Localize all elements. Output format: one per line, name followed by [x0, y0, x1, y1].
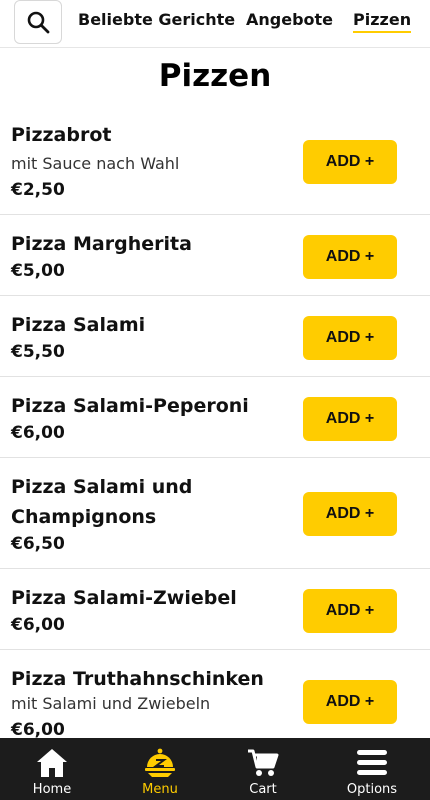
item-name: Pizzabrot — [11, 124, 112, 146]
item-price: €6,50 — [11, 534, 65, 554]
item-price: €6,00 — [11, 615, 65, 635]
item-name: Pizza Salami und Champignons — [11, 476, 193, 528]
menu-item: Pizzabrot mit Sauce nach Wahl €2,50 ADD … — [0, 112, 430, 215]
item-price: €6,00 — [11, 720, 65, 740]
item-price: €2,50 — [11, 180, 65, 200]
item-name: Pizza Margherita — [11, 233, 192, 255]
item-description: mit Sauce nach Wahl — [11, 154, 180, 173]
nav-label: Options — [346, 782, 398, 797]
add-button[interactable]: ADD + — [303, 492, 397, 536]
nav-cart[interactable]: Cart — [233, 738, 293, 800]
page-title: Pizzen — [158, 58, 272, 94]
nav-label: Cart — [249, 782, 277, 797]
top-nav-bar: Beliebte Gerichte Angebote Pizzen — [0, 0, 430, 48]
item-name: Pizza Salami-Peperoni — [11, 395, 249, 417]
item-price: €5,50 — [11, 342, 65, 362]
item-name: Pizza Salami — [11, 314, 146, 336]
tab-beliebte-gerichte[interactable]: Beliebte Gerichte — [78, 10, 235, 29]
item-price: €6,00 — [11, 423, 65, 443]
item-price: €5,00 — [11, 261, 65, 281]
search-button[interactable] — [14, 0, 62, 44]
home-icon — [34, 746, 70, 780]
add-button[interactable]: ADD + — [303, 316, 397, 360]
menu-item: Pizza Salami-Peperoni €6,00 ADD + — [0, 377, 430, 458]
menu-item: Pizza Salami-Zwiebel €6,00 ADD + — [0, 569, 430, 650]
options-icon — [354, 746, 390, 780]
item-description: mit Salami und Zwiebeln — [11, 694, 211, 713]
nav-label: Home — [32, 782, 72, 797]
tab-angebote[interactable]: Angebote — [246, 10, 333, 29]
menu-item-list: Pizzabrot mit Sauce nach Wahl €2,50 ADD … — [0, 112, 430, 753]
nav-options[interactable]: Options — [336, 738, 408, 800]
menu-item: Pizza Salami und Champignons €6,50 ADD + — [0, 458, 430, 569]
add-button[interactable]: ADD + — [303, 140, 397, 184]
menu-item: Pizza Margherita €5,00 ADD + — [0, 215, 430, 296]
cart-icon — [245, 746, 281, 780]
nav-label: Menu — [142, 782, 178, 797]
item-name: Pizza Truthahnschinken — [11, 668, 264, 690]
search-icon — [27, 11, 50, 34]
tab-pizzen[interactable]: Pizzen — [353, 10, 412, 33]
nav-menu[interactable]: Menu — [130, 738, 190, 800]
add-button[interactable]: ADD + — [303, 680, 397, 724]
menu-item: Pizza Salami €5,50 ADD + — [0, 296, 430, 377]
nav-home[interactable]: Home — [22, 738, 82, 800]
add-button[interactable]: ADD + — [303, 235, 397, 279]
item-name: Pizza Salami-Zwiebel — [11, 587, 237, 609]
menu-cloche-icon — [142, 746, 178, 780]
bottom-nav-bar: Home Menu Cart Options — [0, 738, 430, 800]
add-button[interactable]: ADD + — [303, 397, 397, 441]
add-button[interactable]: ADD + — [303, 589, 397, 633]
